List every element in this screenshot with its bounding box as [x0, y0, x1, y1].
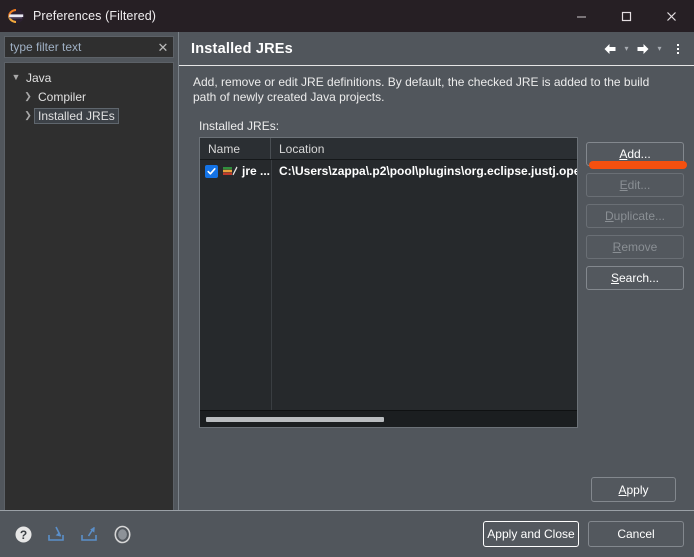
maximize-button[interactable]: [604, 0, 649, 32]
clear-filter-icon[interactable]: ✕: [156, 39, 170, 55]
jre-action-buttons: Add... Edit... Duplicate... Remove Searc: [586, 137, 684, 428]
chevron-right-icon[interactable]: ❯: [21, 92, 35, 101]
forward-arrow-icon[interactable]: [634, 39, 652, 59]
chevron-right-icon[interactable]: ❯: [21, 111, 35, 120]
preferences-panel: Installed JREs ▾ ▾ Add, remove or edit J…: [178, 32, 694, 510]
tree-item-java[interactable]: ▼ Java: [5, 68, 173, 87]
remove-button[interactable]: Remove: [586, 235, 684, 259]
column-divider: [271, 160, 272, 427]
dialog-content: ✕ ▼ Java ❯ Compiler ❯ Installed JREs: [0, 32, 694, 510]
apply-row: Apply: [193, 477, 684, 510]
preferences-dialog: Preferences (Filtered) ✕ ▼ Java: [0, 0, 694, 557]
window-controls: [559, 0, 694, 32]
eclipse-logo-icon: [7, 7, 25, 25]
search-input[interactable]: [4, 36, 174, 58]
footer-icons: ?: [12, 523, 483, 545]
import-icon[interactable]: [45, 523, 67, 545]
tree-item-installed-jres[interactable]: ❯ Installed JREs: [5, 106, 173, 125]
dialog-footer: ? Apply and Close Cancel: [0, 510, 694, 557]
tree-item-label: Installed JREs: [34, 107, 119, 124]
search-button[interactable]: Search...: [586, 266, 684, 290]
jre-checkbox[interactable]: [205, 164, 218, 178]
panel-header: Installed JREs ▾ ▾: [179, 32, 694, 66]
filter-field-wrapper: ✕: [4, 36, 174, 58]
preferences-sidebar: ✕ ▼ Java ❯ Compiler ❯ Installed JREs: [0, 32, 178, 510]
footer-buttons: Apply and Close Cancel: [483, 521, 684, 547]
table-row[interactable]: jre ... C:\Users\zappa\.p2\pool\plugins\…: [200, 160, 577, 182]
forward-history-chevron-icon[interactable]: ▾: [654, 39, 665, 59]
cancel-button[interactable]: Cancel: [588, 521, 684, 547]
window-title: Preferences (Filtered): [33, 9, 157, 23]
svg-text:?: ?: [19, 528, 26, 542]
minimize-button[interactable]: [559, 0, 604, 32]
tree-item-label: Compiler: [38, 89, 87, 104]
duplicate-button[interactable]: Duplicate...: [586, 204, 684, 228]
annotation-highlight-bar: [589, 161, 687, 169]
column-header-name[interactable]: Name: [200, 138, 271, 159]
panel-description: Add, remove or edit JRE definitions. By …: [193, 75, 650, 104]
chevron-down-icon[interactable]: ▼: [9, 73, 23, 82]
jre-table[interactable]: Name Location jre ... C:\Users\zappa\.p2…: [199, 137, 578, 428]
cell-name: jre ...: [200, 164, 271, 178]
jre-location: C:\Users\zappa\.p2\pool\plugins\org.ecli…: [279, 164, 577, 178]
page-title: Installed JREs: [191, 40, 293, 57]
panel-body: Add, remove or edit JRE definitions. By …: [179, 66, 694, 510]
jre-table-area: Name Location jre ... C:\Users\zappa\.p2…: [193, 137, 684, 428]
view-menu-icon[interactable]: [670, 39, 686, 59]
jre-name: jre ...: [242, 164, 271, 178]
export-icon[interactable]: [78, 523, 100, 545]
scrollbar-thumb[interactable]: [206, 417, 384, 422]
horizontal-scrollbar[interactable]: [200, 410, 577, 427]
table-body: jre ... C:\Users\zappa\.p2\pool\plugins\…: [200, 160, 577, 427]
column-header-location[interactable]: Location: [271, 138, 577, 159]
back-arrow-icon[interactable]: [601, 39, 619, 59]
preferences-tree[interactable]: ▼ Java ❯ Compiler ❯ Installed JREs: [4, 62, 174, 510]
apply-button[interactable]: Apply: [591, 477, 676, 502]
installed-jres-label: Installed JREs:: [199, 119, 280, 133]
table-header: Name Location: [200, 138, 577, 160]
title-bar: Preferences (Filtered): [0, 0, 694, 32]
edit-button[interactable]: Edit...: [586, 173, 684, 197]
tree-item-label: Java: [26, 70, 52, 85]
close-button[interactable]: [649, 0, 694, 32]
toggle-icon[interactable]: [111, 523, 133, 545]
apply-and-close-button[interactable]: Apply and Close: [483, 521, 579, 547]
panel-nav-icons: ▾ ▾: [601, 39, 686, 59]
help-icon[interactable]: ?: [12, 523, 34, 545]
tree-item-compiler[interactable]: ❯ Compiler: [5, 87, 173, 106]
back-history-chevron-icon[interactable]: ▾: [621, 39, 632, 59]
jre-icon: [222, 164, 238, 178]
